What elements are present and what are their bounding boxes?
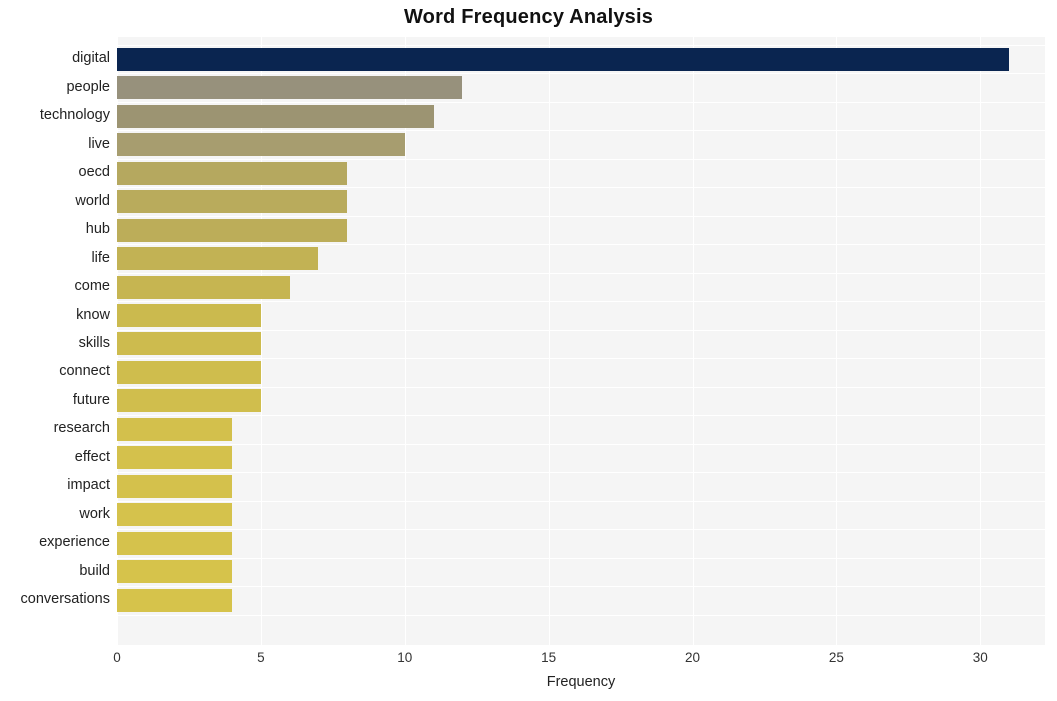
- y-tick-label-oecd: oecd: [78, 164, 110, 180]
- y-tick-label-digital: digital: [72, 50, 110, 66]
- x-tick-label-15: 15: [541, 650, 557, 665]
- x-axis-label: Frequency: [546, 674, 616, 690]
- y-tick-label-people: people: [66, 79, 110, 95]
- y-tick-label-world: world: [75, 193, 110, 209]
- x-tick-label-20: 20: [684, 650, 701, 665]
- y-tick-label-connect: connect: [59, 363, 110, 379]
- y-tick-label-work: work: [79, 506, 110, 522]
- y-tick-label-conversations: conversations: [20, 591, 110, 607]
- y-tick-label-hub: hub: [85, 221, 110, 237]
- y-tick-label-effect: effect: [74, 449, 110, 465]
- y-tick-label-life: life: [91, 250, 110, 266]
- x-tick-label-5: 5: [257, 650, 265, 665]
- y-tick-label-future: future: [72, 392, 110, 408]
- y-tick-label-experience: experience: [39, 534, 110, 550]
- y-tick-label-impact: impact: [67, 477, 110, 493]
- chart-title: Word Frequency Analysis: [403, 6, 654, 28]
- y-tick-label-technology: technology: [39, 107, 110, 123]
- y-tick-label-come: come: [74, 278, 110, 294]
- y-tick-label-know: know: [76, 307, 110, 323]
- x-axis-tick-labels: 0 5 10 15 20 25 30: [0, 650, 1057, 676]
- x-tick-label-30: 30: [972, 650, 988, 665]
- y-tick-label-skills: skills: [78, 335, 110, 351]
- y-axis-tick-labels: digital people technology live oecd world hub l…: [0, 37, 1057, 645]
- y-tick-label-research: research: [53, 420, 110, 436]
- x-tick-label-0: 0: [113, 650, 121, 665]
- chart-figure: Word Frequency Analysis digital people tec…: [0, 0, 1057, 701]
- y-tick-label-build: build: [79, 563, 110, 579]
- x-tick-label-10: 10: [397, 650, 413, 665]
- y-tick-label-live: live: [88, 136, 110, 152]
- x-tick-label-25: 25: [828, 650, 844, 665]
